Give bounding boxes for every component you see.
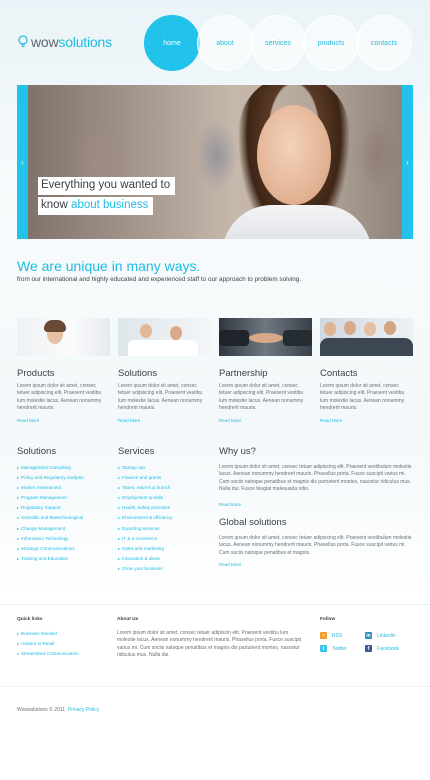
global-title: Global solutions	[219, 517, 287, 528]
nav-services[interactable]: services	[250, 15, 306, 71]
logo-text: wowsolutions	[31, 34, 112, 50]
read-more-link[interactable]: Read More	[219, 418, 312, 423]
services-link[interactable]: Exporting services	[118, 524, 173, 534]
follow-title: Follow	[320, 617, 336, 622]
slider-caption: Everything you wanted to know about busi…	[38, 177, 176, 215]
slider-next-button[interactable]: ›	[402, 85, 413, 239]
feature-contacts: Contacts Lorem ipsum dolor sit amet, con…	[320, 318, 413, 423]
feature-partnership: Partnership Lorem ipsum dolor sit amet, …	[219, 318, 312, 423]
solutions-link[interactable]: Program Management	[17, 493, 84, 503]
follow-twitter-link[interactable]: t Twitter	[320, 645, 347, 652]
quick-link[interactable]: Business Mindset	[17, 629, 79, 639]
feature-title: Products	[17, 368, 55, 379]
services-link[interactable]: Innovation & ideas	[118, 554, 173, 564]
solutions-link[interactable]: Management Consulting	[17, 463, 84, 473]
why-read-more-link[interactable]: Read More	[219, 502, 241, 507]
global-text: Lorem ipsum dolor sit amet, consec tetue…	[219, 535, 412, 556]
services-link[interactable]: Taxes, returns & branch	[118, 483, 173, 493]
twitter-icon: t	[320, 645, 327, 652]
services-link[interactable]: Health, safety premises	[118, 503, 173, 513]
feature-text: Lorem ipsum dolor sit amet, consec tetue…	[219, 383, 304, 412]
solutions-link[interactable]: Market Assessment	[17, 483, 84, 493]
quick-link[interactable]: Advisor in Retail	[17, 639, 79, 649]
feature-solutions: Solutions Lorem ipsum dolor sit amet, co…	[118, 318, 211, 423]
read-more-link[interactable]: Read More	[320, 418, 413, 423]
main-nav: home about services products contacts	[144, 15, 414, 71]
follow-facebook-link[interactable]: f Facebook	[365, 645, 399, 652]
subheadline: from our international and highly educat…	[17, 276, 302, 283]
quick-links-list: Business Mindset Advisor in Retail Strea…	[17, 629, 79, 660]
caption-line-2: know about business	[38, 197, 154, 215]
hero-slider: ‹ › Everything you wanted to know about …	[17, 85, 413, 239]
services-link[interactable]: IT & e-commerce	[118, 534, 173, 544]
nav-contacts[interactable]: contacts	[356, 15, 412, 71]
why-text: Lorem ipsum dolor sit amet, consec tetue…	[219, 464, 412, 493]
lightbulb-icon	[18, 35, 28, 47]
facebook-icon: f	[365, 645, 372, 652]
services-link[interactable]: Grow your business	[118, 564, 173, 574]
caption-line-1: Everything you wanted to	[38, 177, 176, 195]
feature-text: Lorem ipsum dolor sit amet, consec tetue…	[17, 383, 102, 412]
services-link[interactable]: Finance and grants	[118, 473, 173, 483]
partnership-image	[219, 318, 312, 356]
solutions-list: Management Consulting Policy and Regulat…	[17, 463, 84, 564]
feature-text: Lorem ipsum dolor sit amet, consec tetue…	[118, 383, 203, 412]
services-link[interactable]: Environment & efficiency	[118, 513, 172, 523]
solutions-link[interactable]: Change Management	[17, 524, 84, 534]
page: wowsolutions home about services product…	[0, 0, 430, 780]
services-link[interactable]: Sales and marketing	[118, 544, 173, 554]
rss-icon: ≈	[320, 632, 327, 639]
follow-rss-link[interactable]: ≈ RSS	[320, 632, 342, 639]
solutions-image	[118, 318, 211, 356]
solutions-link[interactable]: Strategic Communications	[17, 544, 84, 554]
chevron-right-icon: ›	[406, 157, 409, 167]
about-us-text: Lorem ipsum dolor sit amet, consec tetue…	[117, 630, 301, 659]
privacy-policy-link[interactable]: Privacy Policy	[68, 707, 99, 713]
read-more-link[interactable]: Read More	[118, 418, 211, 423]
hero-image-face	[257, 105, 331, 205]
read-more-link[interactable]: Read More	[17, 418, 110, 423]
quick-links-title: Quick links	[17, 617, 43, 622]
copyright-text: Wowsolutions © 2011	[17, 707, 65, 713]
services-link[interactable]: Startup ups	[118, 463, 173, 473]
copyright: Wowsolutions © 2011 Privacy Policy	[17, 707, 99, 713]
footer-divider	[0, 604, 430, 605]
follow-label: Facebook	[377, 645, 399, 652]
follow-label: Linkedin	[377, 632, 396, 639]
follow-label: Twitter	[332, 645, 347, 652]
nav-home[interactable]: home	[144, 15, 200, 71]
solutions-link[interactable]: Information Technology	[17, 534, 84, 544]
contacts-image	[320, 318, 413, 356]
why-title: Why us?	[219, 446, 256, 457]
global-read-more-link[interactable]: Read More	[219, 562, 241, 567]
about-us-title: About Us	[117, 617, 139, 622]
logo[interactable]: wowsolutions	[18, 33, 112, 51]
nav-about[interactable]: about	[197, 15, 253, 71]
solutions-link[interactable]: Training and Education	[17, 554, 84, 564]
nav-products[interactable]: products	[303, 15, 359, 71]
feature-products: Products Lorem ipsum dolor sit amet, con…	[17, 318, 110, 423]
follow-linkedin-link[interactable]: in Linkedin	[365, 632, 396, 639]
solutions-title: Solutions	[17, 446, 57, 457]
feature-title: Partnership	[219, 368, 268, 379]
chevron-left-icon: ‹	[21, 157, 24, 167]
solutions-link[interactable]: Scientific and Biotechnological	[17, 513, 84, 523]
services-title: Services	[118, 446, 155, 457]
quick-link[interactable]: Streamlined Communication	[17, 649, 79, 659]
solutions-link[interactable]: Policy and Regulatory analysis	[17, 473, 84, 483]
headline: We are unique in many ways.	[17, 258, 201, 274]
linkedin-icon: in	[365, 632, 372, 639]
services-list: Startup ups Finance and grants Taxes, re…	[118, 463, 173, 574]
copyright-divider	[0, 686, 430, 687]
feature-title: Contacts	[320, 368, 358, 379]
feature-title: Solutions	[118, 368, 158, 379]
services-link[interactable]: Employment & skills	[118, 493, 173, 503]
products-image	[17, 318, 110, 356]
solutions-link[interactable]: Regulatory Support	[17, 503, 84, 513]
feature-text: Lorem ipsum dolor sit amet, consec tetue…	[320, 383, 405, 412]
slider-prev-button[interactable]: ‹	[17, 85, 28, 239]
follow-label: RSS	[332, 632, 343, 639]
